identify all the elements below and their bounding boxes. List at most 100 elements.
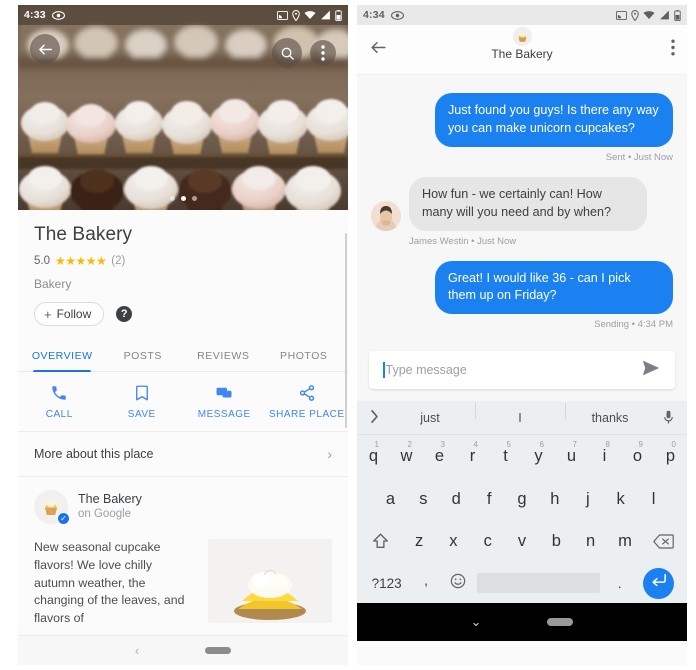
place-sheet: The Bakery 5.0 ★★★★★ (2) Bakery + Follow… [18,210,349,629]
chevron-right-icon: › [327,446,332,462]
shift-key[interactable] [359,527,402,558]
follow-button[interactable]: + Follow [34,302,105,326]
key-a[interactable]: a [374,485,407,517]
key-w[interactable]: 2w [390,440,423,474]
key-v[interactable]: v [505,527,539,559]
key-n[interactable]: n [573,527,607,559]
key-h[interactable]: h [538,485,571,517]
tab-bar: OVERVIEW POSTS REVIEWS PHOTOS [18,338,348,372]
message-bubble-outgoing[interactable]: Just found you guys! Is there any way yo… [435,93,673,147]
emoji-icon [450,573,466,593]
conversation-title-block: The Bakery [357,27,687,61]
key-num: 9 [638,440,643,449]
carousel-dots[interactable] [18,196,348,201]
key-u[interactable]: 7u [555,441,588,474]
key-z[interactable]: z [402,527,436,559]
search-button[interactable] [272,38,302,68]
symbols-key[interactable]: ?123 [363,576,410,591]
more-about-this-place-row[interactable]: More about this place › [18,432,348,477]
back-button[interactable] [369,38,388,62]
key-c[interactable]: c [471,527,505,559]
eye-icon [51,10,65,20]
period-key[interactable]: . [604,576,636,591]
key-o[interactable]: 9o [621,440,654,474]
comma-key[interactable]: , [410,573,442,593]
chevron-right-icon[interactable] [363,409,385,426]
send-button[interactable] [641,359,661,382]
more-vertical-icon [321,45,325,61]
key-m[interactable]: m [608,527,642,559]
key-label: t [503,447,508,465]
message-input-placeholder[interactable]: Type message [386,363,642,377]
key-x[interactable]: x [436,527,470,559]
key-d[interactable]: d [440,485,473,517]
nav-home-pill[interactable] [547,617,574,626]
nav-home-pill[interactable] [205,647,232,654]
tab-photos[interactable]: PHOTOS [264,338,345,371]
post-card[interactable]: ✓ The Bakery on Google New seasonal cupc… [18,477,348,629]
carousel-dot [169,196,175,201]
sheet-scrollbar[interactable] [344,233,347,428]
post-header: ✓ The Bakery on Google [34,490,332,525]
key-b[interactable]: b [539,527,573,559]
location-icon [292,9,300,21]
space-key[interactable] [477,573,600,593]
suggestion-i[interactable]: I [475,402,565,425]
message-row-outgoing: Just found you guys! Is there any way yo… [371,93,673,163]
share-place-label: SHARE PLACE [268,409,345,420]
status-time: 4:33 [24,9,46,21]
key-num: 2 [407,440,412,449]
eye-icon [390,10,404,20]
key-y[interactable]: 6y [522,441,555,474]
status-left-icons [51,10,65,20]
enter-icon [650,573,667,593]
call-button[interactable]: CALL [18,384,101,420]
key-k[interactable]: k [604,485,637,517]
suggestion-just[interactable]: just [385,411,475,425]
virtual-keyboard: just I thanks 1q 2w 3e 4r 5t 6y 7u 8i 9o… [357,401,687,603]
message-bubble-outgoing[interactable]: Great! I would like 36 - can I pick them… [435,260,673,315]
bookmark-icon [133,384,151,402]
tab-reviews[interactable]: REVIEWS [183,338,264,371]
overflow-menu-button[interactable] [671,39,675,61]
post-author-name: The Bakery [78,492,142,507]
key-label: e [434,447,445,465]
key-j[interactable]: j [571,485,604,517]
key-f[interactable]: f [473,485,506,517]
key-t[interactable]: 5t [489,441,522,474]
enter-key[interactable] [635,567,681,599]
keyboard-row-2: a s d f g h j k l [357,485,687,517]
help-icon[interactable]: ? [116,306,133,322]
key-p[interactable]: 0p [654,441,687,474]
text-caret [383,362,385,378]
overflow-menu-button[interactable] [310,40,336,66]
message-button[interactable]: MESSAGE [183,384,266,420]
key-l[interactable]: l [637,485,670,517]
key-label: r [469,447,476,465]
key-s[interactable]: s [407,485,440,517]
key-i[interactable]: 8i [588,441,621,474]
tab-posts[interactable]: POSTS [103,338,184,371]
avatar [512,27,532,46]
tab-overview[interactable]: OVERVIEW [22,338,103,372]
key-e[interactable]: 3e [423,441,456,474]
nav-hide-keyboard-button[interactable]: ⌄ [471,614,482,630]
microphone-icon[interactable] [655,410,681,425]
key-g[interactable]: g [506,485,539,517]
save-label: SAVE [127,409,156,420]
backspace-key[interactable] [642,528,685,558]
key-r[interactable]: 4r [456,441,489,474]
keyboard-row-4: ?123 , . [357,567,687,599]
key-q[interactable]: 1q [357,441,390,474]
save-button[interactable]: SAVE [101,384,184,420]
message-sender-status: James Westin • Just Now [409,235,517,247]
post-text: New seasonal cupcake flavors! We love ch… [34,540,185,626]
message-bubble-incoming[interactable]: How fun - we certainly can! How many wil… [409,176,647,231]
message-composer[interactable]: Type message [369,351,675,389]
carousel-dot-active [180,196,186,201]
suggestion-thanks[interactable]: thanks [565,402,655,425]
emoji-key[interactable] [442,573,474,594]
back-button[interactable] [30,34,60,64]
share-place-button[interactable]: SHARE PLACE [266,384,349,420]
nav-back-button[interactable]: ‹ [135,643,139,658]
